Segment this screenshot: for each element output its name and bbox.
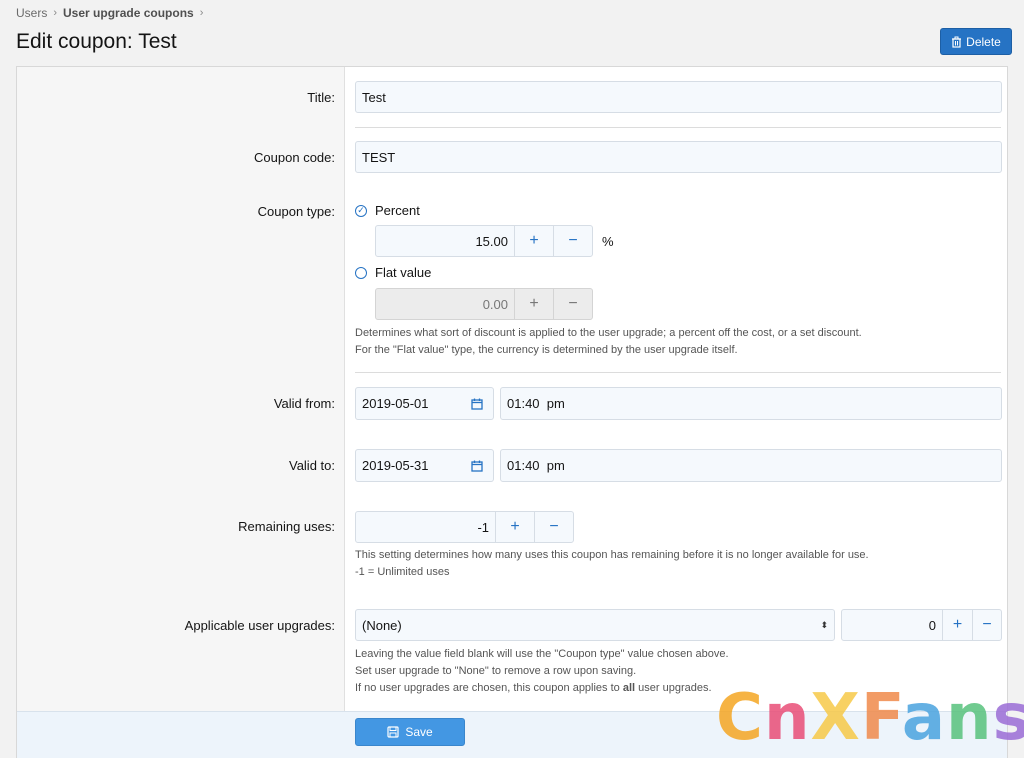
hint-text: If no user upgrades are chosen, this cou… (355, 682, 623, 694)
hint-bold-text: all (622, 682, 636, 694)
page-title: Edit coupon: Test (16, 30, 177, 53)
flat-increment-button[interactable]: + (514, 288, 554, 320)
coupon-code-input[interactable]: TEST (355, 141, 1002, 173)
user-upgrade-select[interactable]: (None) ⬍ (355, 609, 835, 641)
user-upgrade-selected: (None) (362, 617, 402, 633)
divider (355, 372, 1001, 373)
save-icon (387, 726, 399, 738)
hint-line: For the "Flat value" type, the currency … (355, 344, 738, 356)
flat-decrement-button[interactable]: − (553, 288, 593, 320)
valid-from-time-input[interactable]: 01:40 pm (500, 387, 1002, 420)
title-label: Title: (307, 90, 335, 105)
watermark-letter: a (901, 681, 947, 755)
valid-from-calendar-button[interactable] (460, 387, 494, 420)
percent-unit: % (602, 234, 614, 249)
remaining-decrement-button[interactable]: − (534, 511, 574, 543)
remaining-increment-button[interactable]: + (495, 511, 535, 543)
plus-icon: + (510, 518, 520, 535)
watermark-letter: F (860, 681, 902, 755)
coupon-code-label: Coupon code: (254, 150, 335, 165)
valid-to-calendar-button[interactable] (460, 449, 494, 482)
valid-from-date-input[interactable]: 2019-05-01 (355, 387, 461, 420)
plus-icon: + (529, 232, 539, 249)
hint-text: user upgrades. (635, 682, 712, 694)
upgrade-increment-button[interactable]: + (942, 609, 973, 641)
chevron-right-icon: › (53, 7, 58, 19)
minus-icon: − (568, 232, 578, 249)
calendar-icon (470, 460, 483, 472)
title-input-value: Test (362, 89, 386, 105)
flat-value: 0.00 (482, 296, 508, 312)
user-upgrade-value: 0 (928, 617, 936, 633)
percent-radio-label: Percent (375, 203, 420, 218)
coupon-form: Title: Test Coupon code: TEST Coupon typ… (16, 66, 1008, 758)
breadcrumb-users-link[interactable]: Users (16, 6, 47, 20)
check-circle-icon[interactable]: ✓ (355, 204, 367, 217)
divider (355, 127, 1001, 128)
applicable-upgrades-hint: Leaving the value field blank will use t… (355, 646, 729, 697)
valid-to-label: Valid to: (288, 458, 335, 473)
valid-to-date-input[interactable]: 2019-05-31 (355, 449, 461, 482)
delete-button-label: Delete (966, 34, 1001, 49)
remaining-uses-value: -1 (477, 519, 489, 535)
breadcrumb: Users › User upgrade coupons › (16, 6, 209, 20)
trash-icon (952, 36, 962, 48)
watermark-letter: s (992, 681, 1024, 755)
watermark-letter: C (716, 681, 764, 755)
chevron-right-icon: › (199, 7, 204, 19)
percent-increment-button[interactable]: + (514, 225, 554, 257)
valid-to-time-input[interactable]: 01:40 pm (500, 449, 1002, 482)
valid-from-time: 01:40 pm (507, 396, 565, 411)
percent-value-input[interactable]: 15.00 (375, 225, 515, 257)
valid-to-date: 2019-05-31 (362, 458, 429, 473)
minus-icon: − (982, 616, 992, 633)
valid-to-time: 01:40 pm (507, 458, 565, 473)
calendar-icon (470, 398, 483, 410)
coupon-type-label: Coupon type: (257, 204, 335, 219)
remaining-uses-input[interactable]: -1 (355, 511, 496, 543)
minus-icon: − (549, 518, 559, 535)
flat-value-input[interactable]: 0.00 (375, 288, 515, 320)
flat-value-radio-label: Flat value (375, 265, 432, 280)
applicable-upgrades-label: Applicable user upgrades: (184, 618, 335, 633)
watermark-letter: n (946, 681, 993, 755)
select-arrow-icon: ⬍ (820, 619, 828, 630)
flat-value-radio-option[interactable]: Flat value (355, 265, 431, 280)
cnxfans-watermark-logo: CnXFans (716, 686, 1024, 750)
hint-line: This setting determines how many uses th… (355, 549, 869, 561)
hint-line: Set user upgrade to "None" to remove a r… (355, 665, 637, 677)
user-upgrade-value-input[interactable]: 0 (841, 609, 943, 641)
coupon-type-hint: Determines what sort of discount is appl… (355, 325, 862, 359)
percent-decrement-button[interactable]: − (553, 225, 593, 257)
hint-line: Determines what sort of discount is appl… (355, 327, 862, 339)
delete-button[interactable]: Delete (940, 28, 1012, 55)
valid-from-date: 2019-05-01 (362, 396, 429, 411)
minus-icon: − (568, 295, 578, 312)
plus-icon: + (529, 295, 539, 312)
valid-from-label: Valid from: (273, 396, 335, 411)
hint-line: If no user upgrades are chosen, this cou… (355, 680, 729, 697)
percent-value: 15.00 (475, 233, 508, 249)
watermark-letter: n (763, 681, 811, 755)
hint-line: Leaving the value field blank will use t… (355, 648, 729, 660)
percent-radio-option[interactable]: ✓ Percent (355, 203, 420, 218)
remaining-uses-hint: This setting determines how many uses th… (355, 547, 869, 581)
radio-empty-icon[interactable] (355, 266, 367, 279)
save-button-label: Save (405, 725, 433, 739)
save-button[interactable]: Save (355, 718, 465, 746)
hint-line: -1 = Unlimited uses (355, 566, 450, 578)
remaining-uses-label: Remaining uses: (238, 519, 335, 534)
breadcrumb-coupons-link[interactable]: User upgrade coupons (63, 6, 194, 20)
upgrade-decrement-button[interactable]: − (972, 609, 1002, 641)
coupon-code-value: TEST (362, 149, 396, 165)
watermark-letter: X (810, 681, 861, 755)
title-input[interactable]: Test (355, 81, 1002, 113)
plus-icon: + (952, 616, 963, 633)
